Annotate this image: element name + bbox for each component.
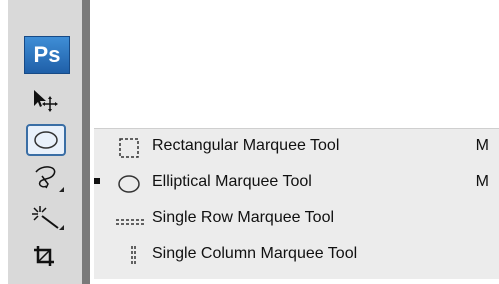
menu-item-label: Rectangular Marquee Tool <box>152 137 340 154</box>
lasso-tool[interactable] <box>26 162 66 194</box>
marquee-flyout-menu: Rectangular Marquee Tool M Elliptical Ma… <box>94 128 499 279</box>
menu-item-shortcut: M <box>475 173 489 190</box>
ellipse-marquee-icon <box>34 131 58 149</box>
crop-icon <box>34 246 54 266</box>
menu-item-elliptical-marquee[interactable]: Elliptical Marquee Tool M <box>94 167 499 199</box>
ps-logo: Ps <box>24 36 70 74</box>
single-row-marquee-icon <box>116 219 144 225</box>
marquee-tool[interactable] <box>26 124 66 156</box>
selected-bullet-icon <box>94 178 100 184</box>
ellipse-marquee-icon <box>118 175 140 193</box>
rect-marquee-icon <box>119 138 139 158</box>
tool-flyout-indicator <box>59 225 64 230</box>
panel-divider <box>82 0 90 284</box>
single-column-marquee-icon <box>131 246 136 266</box>
menu-item-label: Single Row Marquee Tool <box>152 209 335 226</box>
tools-panel: Ps <box>8 0 89 284</box>
crop-tool[interactable] <box>26 240 66 272</box>
tool-flyout-indicator <box>59 187 64 192</box>
photoshop-tools-screen: Ps Rectangular Marquee Tool M Elliptical… <box>0 0 499 284</box>
move-icon <box>34 90 58 112</box>
menu-item-single-column-marquee[interactable]: Single Column Marquee Tool <box>94 239 499 271</box>
menu-item-label: Elliptical Marquee Tool <box>152 173 312 190</box>
menu-item-shortcut: M <box>475 137 489 154</box>
menu-item-rectangular-marquee[interactable]: Rectangular Marquee Tool M <box>94 131 499 163</box>
menu-item-label: Single Column Marquee Tool <box>152 245 358 262</box>
magic-wand-tool[interactable] <box>26 200 66 232</box>
menu-item-single-row-marquee[interactable]: Single Row Marquee Tool <box>94 203 499 235</box>
move-tool[interactable] <box>26 84 66 116</box>
